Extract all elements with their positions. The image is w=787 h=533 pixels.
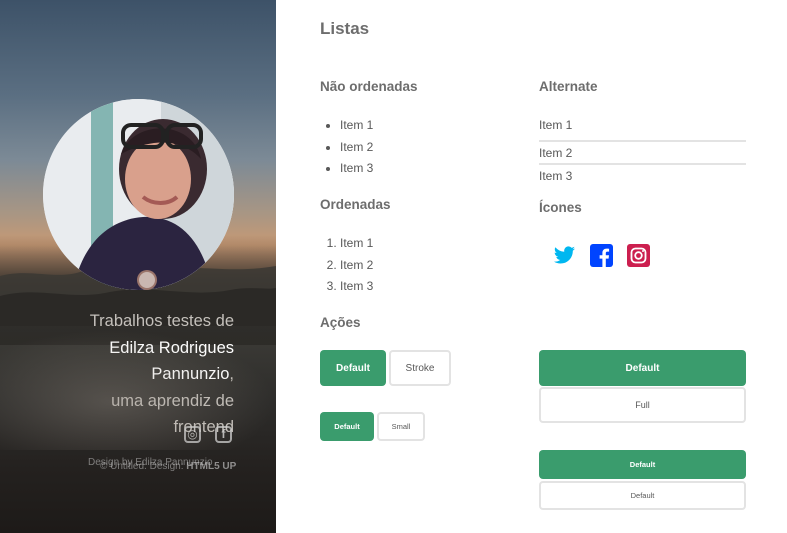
stroke-button[interactable]: Stroke	[389, 350, 451, 386]
alternate-list: Item 1 Item 2 Item 3	[539, 116, 746, 187]
unordered-title: Não ordenadas	[320, 79, 418, 94]
alternate-title: Alternate	[539, 79, 598, 94]
avatar	[43, 99, 234, 290]
default-button[interactable]: Default	[320, 350, 386, 386]
full-button[interactable]: Full	[539, 387, 746, 423]
fit-small-default-button[interactable]: Default	[539, 450, 746, 479]
intro-tail1: uma aprendiz de	[111, 391, 234, 410]
author-name-line1: Edilza Rodrigues	[109, 338, 234, 357]
profile-photo	[43, 99, 234, 290]
list-item: Item 1	[340, 116, 373, 138]
facebook-icon[interactable]: f	[215, 426, 232, 443]
author-name-line2: Pannunzio	[151, 365, 230, 383]
list-item: Item 1	[340, 234, 373, 256]
icon-row	[553, 244, 650, 267]
icons-title: Ícones	[539, 200, 582, 215]
main-content: Listas Não ordenadas Item 1 Item 2 Item …	[276, 0, 787, 533]
actions-title: Ações	[320, 315, 361, 330]
small-button[interactable]: Small	[377, 412, 425, 441]
list-item: Item 1	[539, 118, 573, 132]
twitter-icon[interactable]	[553, 244, 576, 267]
intro-text: Trabalhos testes de Edilza Rodrigues Pan…	[34, 308, 234, 441]
list-item: Item 2	[539, 139, 746, 164]
page-title: Listas	[320, 19, 370, 38]
list-item: Item 3	[340, 277, 373, 299]
list-item: Item 3	[340, 159, 373, 181]
list-item: Item 3	[539, 163, 746, 187]
fit-default-button[interactable]: Default	[539, 350, 746, 386]
avatar-badge	[137, 270, 157, 290]
intro-lead: Trabalhos testes de	[89, 312, 234, 330]
credits-untitled: © Untitled. Design:	[100, 461, 184, 472]
intro-comma: ,	[229, 365, 234, 383]
ordered-title: Ordenadas	[320, 197, 391, 212]
credits: Design by Edilza Pannunzio © Untitled. D…	[88, 456, 236, 474]
unordered-list: Item 1 Item 2 Item 3	[340, 116, 373, 181]
html5up-link[interactable]: HTML5 UP	[186, 461, 236, 472]
instagram-icon[interactable]	[627, 244, 650, 267]
small-default-button[interactable]: Default	[320, 412, 374, 441]
facebook-icon[interactable]	[590, 244, 613, 267]
instagram-icon[interactable]: ◎	[184, 426, 201, 443]
intro-tail2: frontend	[173, 418, 234, 436]
sidebar-social: ◎ f	[184, 426, 232, 443]
list-item: Item 2	[340, 138, 373, 160]
list-item: Item 2	[340, 256, 373, 278]
ordered-list: Item 1 Item 2 Item 3	[340, 234, 373, 299]
fit-small-button[interactable]: Default	[539, 481, 746, 510]
sidebar: Trabalhos testes de Edilza Rodrigues Pan…	[0, 0, 276, 533]
